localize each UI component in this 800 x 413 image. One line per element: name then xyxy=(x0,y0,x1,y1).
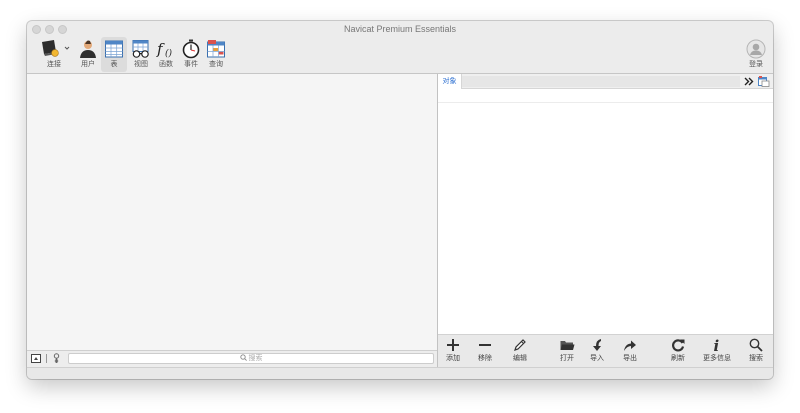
svg-text:i: i xyxy=(714,337,720,353)
event-icon xyxy=(182,39,200,59)
filter-icon[interactable] xyxy=(53,353,60,364)
footer-divider xyxy=(46,354,47,363)
edit-button[interactable]: 编辑 xyxy=(505,336,535,367)
main-content: 搜索 对象 添加 移除 编辑 打开 导入 导出 刷新 i 更多信息 搜索 xyxy=(27,73,773,367)
object-list[interactable] xyxy=(438,103,773,334)
function-icon: f () xyxy=(156,40,173,59)
connection-search-input[interactable]: 搜索 xyxy=(68,353,434,364)
export-button[interactable]: 导出 xyxy=(615,336,645,367)
toolbar-function-label: 函数 xyxy=(159,60,173,68)
svg-text:f: f xyxy=(156,40,165,58)
status-bar xyxy=(27,367,773,379)
toolbar-view-label: 视图 xyxy=(134,60,148,68)
refresh-button[interactable]: 刷新 xyxy=(663,336,693,367)
more-info-label: 更多信息 xyxy=(703,354,731,362)
account-icon xyxy=(746,39,766,59)
pencil-icon xyxy=(514,339,526,351)
user-icon xyxy=(80,40,96,58)
connection-icon xyxy=(42,40,70,57)
toolbar-view-button[interactable]: 视图 xyxy=(128,37,154,72)
import-label: 导入 xyxy=(590,354,604,362)
open-label: 打开 xyxy=(560,354,574,362)
object-subtoolbar xyxy=(438,89,773,103)
folder-icon xyxy=(560,341,575,350)
search-placeholder-text: 搜索 xyxy=(248,354,263,362)
add-button[interactable]: 添加 xyxy=(438,336,468,367)
import-arrow-icon xyxy=(593,339,601,351)
search-icon xyxy=(749,338,763,352)
connection-pane: 搜索 xyxy=(27,74,438,367)
toolbar-event-button[interactable]: 事件 xyxy=(178,37,204,72)
app-window: Navicat Premium Essentials 连接 用户 表 视图 f … xyxy=(27,21,773,379)
toolbar-connect-button[interactable]: 连接 xyxy=(35,37,73,72)
toolbar-connect-label: 连接 xyxy=(47,60,61,68)
toolbar-table-button[interactable]: 表 xyxy=(101,37,127,72)
table-icon xyxy=(105,40,123,58)
toolbar-user-label: 用户 xyxy=(81,60,95,68)
edit-label: 编辑 xyxy=(513,354,527,362)
tab-objects[interactable]: 对象 xyxy=(438,74,462,89)
object-pane: 对象 添加 移除 编辑 打开 导入 导出 刷新 i 更多信息 搜索 xyxy=(438,74,773,367)
info-icon: i xyxy=(714,337,720,353)
toolbar-function-button[interactable]: f () 函数 xyxy=(153,37,179,72)
window-title: Navicat Premium Essentials xyxy=(343,24,457,34)
new-tab-icon[interactable] xyxy=(758,76,770,87)
toolbar-event-label: 事件 xyxy=(184,60,198,68)
toggle-panel-icon[interactable] xyxy=(31,354,41,363)
toolbar-login-label: 登录 xyxy=(749,60,763,68)
search-icon xyxy=(239,354,247,361)
open-button[interactable]: 打开 xyxy=(552,336,582,367)
svg-text:(): () xyxy=(165,48,173,59)
connection-pane-footer: 搜索 xyxy=(27,350,437,367)
toolbar-query-label: 查询 xyxy=(209,60,223,68)
plus-icon xyxy=(447,339,459,351)
export-label: 导出 xyxy=(623,354,637,362)
object-tab-bar: 对象 xyxy=(438,74,773,89)
connection-tree[interactable] xyxy=(27,74,437,350)
search-placeholder: 搜索 xyxy=(69,354,433,363)
toolbar-user-button[interactable]: 用户 xyxy=(75,37,101,72)
refresh-label: 刷新 xyxy=(671,354,685,362)
tab-bar-empty-area xyxy=(462,76,740,87)
toolbar-table-label: 表 xyxy=(110,60,118,68)
remove-label: 移除 xyxy=(478,354,492,362)
import-button[interactable]: 导入 xyxy=(582,336,612,367)
main-toolbar: 连接 用户 表 视图 f () 函数 事件 查询 登录 xyxy=(27,37,773,73)
search-button[interactable]: 搜索 xyxy=(741,336,771,367)
object-toolbar: 添加 移除 编辑 打开 导入 导出 刷新 i 更多信息 搜索 xyxy=(438,334,773,367)
add-label: 添加 xyxy=(446,354,460,362)
export-arrow-icon xyxy=(624,340,636,351)
toolbar-login-button[interactable]: 登录 xyxy=(743,37,769,72)
minus-icon xyxy=(479,344,491,346)
view-icon xyxy=(132,40,149,58)
remove-button[interactable]: 移除 xyxy=(470,336,500,367)
toolbar-query-button[interactable]: 查询 xyxy=(203,37,229,72)
refresh-icon xyxy=(672,339,685,352)
double-chevron-icon[interactable] xyxy=(744,77,754,86)
search-label: 搜索 xyxy=(749,354,763,362)
more-info-button[interactable]: i 更多信息 xyxy=(700,336,734,367)
query-icon xyxy=(207,40,225,58)
